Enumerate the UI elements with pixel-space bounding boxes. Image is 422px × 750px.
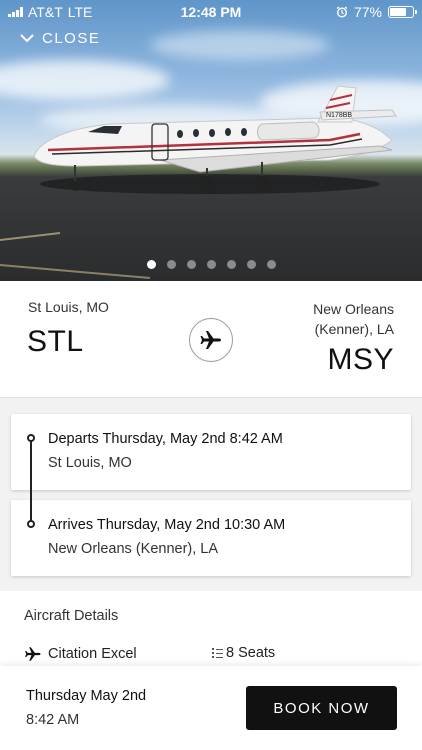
gallery-dot[interactable]	[166, 260, 176, 269]
departure-location: St Louis, MO	[48, 455, 132, 471]
gallery-dot[interactable]	[146, 260, 156, 269]
gallery-dot[interactable]	[226, 260, 236, 269]
gallery-dot[interactable]	[206, 260, 216, 269]
book-now-button[interactable]: BOOK NOW	[246, 686, 397, 730]
origin-airport-code: STL	[27, 325, 84, 358]
gallery-pagination[interactable]	[0, 260, 422, 269]
arrival-marker	[27, 520, 35, 528]
arrival-location: New Orleans (Kenner), LA	[48, 541, 219, 557]
footer-date: Thursday May 2nd	[26, 688, 147, 704]
list-icon	[212, 648, 223, 658]
arrival-title: Arrives Thursday, May 2nd 10:30 AM	[48, 517, 286, 533]
chevron-down-icon	[20, 34, 34, 43]
departure-title: Departs Thursday, May 2nd 8:42 AM	[48, 431, 283, 447]
route-plane-icon	[189, 318, 233, 362]
status-bar: AT&T LTE 12:48 PM 77%	[0, 0, 422, 24]
seat-count-label: 8 Seats	[226, 645, 276, 661]
airplane-icon	[200, 331, 221, 349]
origin-city: St Louis, MO	[28, 299, 109, 315]
gallery-dot[interactable]	[186, 260, 196, 269]
gallery-dot[interactable]	[246, 260, 256, 269]
seat-count: 8 Seats	[212, 645, 275, 661]
destination-airport-code: MSY	[327, 343, 394, 376]
close-label: CLOSE	[42, 30, 101, 47]
gallery-dot[interactable]	[266, 260, 276, 269]
departure-card: Departs Thursday, May 2nd 8:42 AM St Lou…	[11, 414, 411, 490]
aircraft-model: Citation Excel	[24, 645, 137, 663]
flight-timeline: Departs Thursday, May 2nd 8:42 AM St Lou…	[0, 398, 422, 591]
destination-city: New Orleans (Kenner), LA	[313, 301, 394, 337]
timeline-connector	[30, 439, 32, 523]
booking-footer: Thursday May 2nd 8:42 AM BOOK NOW	[0, 666, 422, 750]
arrival-card: Arrives Thursday, May 2nd 10:30 AM New O…	[11, 500, 411, 576]
aircraft-photo-gallery[interactable]: N178BB AT&T LTE 12:48 PM 77% CLOSE	[0, 0, 422, 281]
tail-number: N178BB	[326, 112, 352, 119]
close-button[interactable]: CLOSE	[20, 30, 100, 47]
aircraft-details-heading: Aircraft Details	[24, 608, 119, 624]
alarm-icon	[336, 6, 348, 18]
route-summary: St Louis, MO STL New Orleans (Kenner), L…	[0, 281, 422, 398]
battery-percent: 77%	[353, 4, 382, 20]
battery-icon	[388, 6, 417, 18]
aircraft-model-label: Citation Excel	[48, 646, 137, 662]
aircraft-details-section: Aircraft Details Citation Excel 8 Seats	[0, 591, 422, 666]
airplane-icon	[25, 647, 41, 661]
departure-marker	[27, 434, 35, 442]
footer-time: 8:42 AM	[26, 712, 80, 728]
battery-level	[390, 8, 407, 16]
